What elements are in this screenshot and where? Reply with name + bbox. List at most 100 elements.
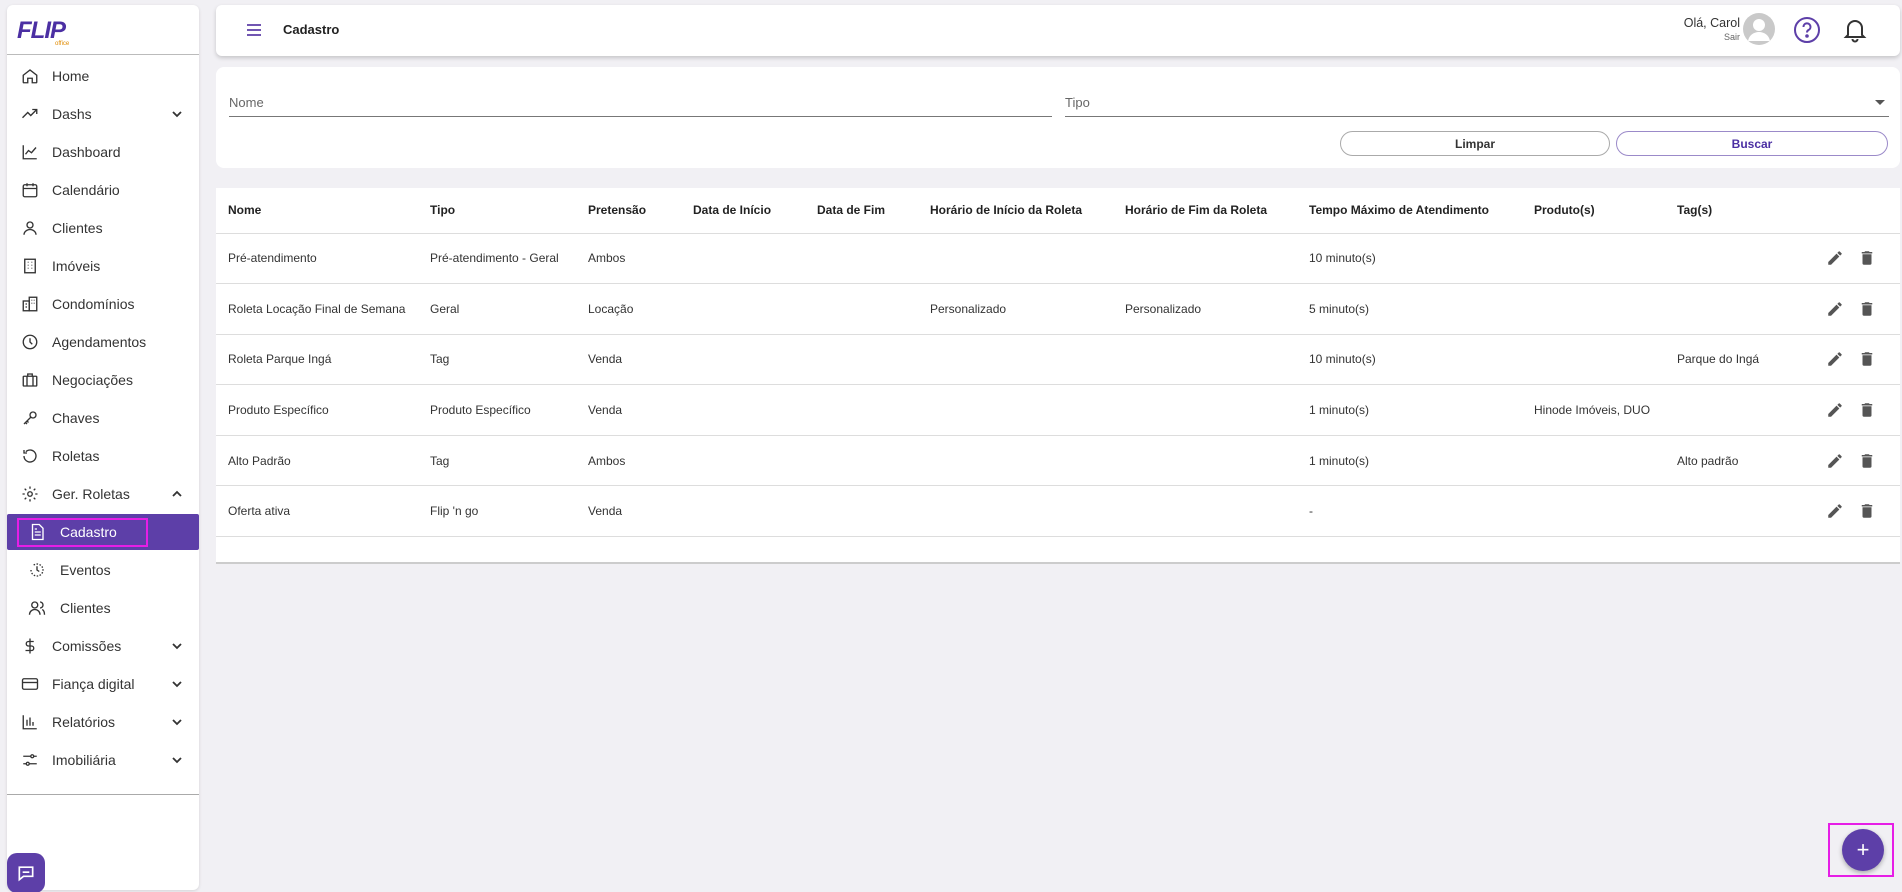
sidebar-subitem-cadastro[interactable]: Cadastro	[7, 514, 199, 550]
edit-icon[interactable]	[1826, 502, 1844, 520]
sidebar-item-negociacoes[interactable]: Negociações	[7, 361, 199, 399]
column-header[interactable]: Nome	[216, 188, 418, 234]
delete-icon[interactable]	[1858, 502, 1876, 520]
highlight-box	[17, 518, 148, 547]
column-header[interactable]: Pretensão	[576, 188, 681, 234]
column-header[interactable]: Tempo Máximo de Atendimento	[1297, 188, 1522, 234]
sidebar-item-imoveis[interactable]: Imóveis	[7, 247, 199, 285]
cell-horario-fim: Personalizado	[1113, 283, 1297, 335]
logo[interactable]: FLIP office	[7, 5, 199, 55]
cell-pretensao: Venda	[576, 334, 681, 386]
cell-horario-fim	[1113, 485, 1297, 538]
sidebar-item-fianca-digital[interactable]: Fiança digital	[7, 665, 199, 703]
buildings-icon	[22, 296, 38, 312]
sidebar-item-comissoes[interactable]: Comissões	[7, 627, 199, 665]
bell-icon[interactable]	[1841, 16, 1869, 44]
cell-pretensao: Locação	[576, 283, 681, 335]
column-header[interactable]: Produto(s)	[1522, 188, 1665, 234]
clear-button[interactable]: Limpar	[1340, 131, 1610, 156]
roletas-table: Nome Tipo Pretensão Data de Início Data …	[216, 188, 1900, 538]
chat-button[interactable]	[7, 853, 45, 892]
edit-icon[interactable]	[1826, 249, 1844, 267]
avatar[interactable]	[1743, 13, 1775, 45]
sidebar-item-relatorios[interactable]: Relatórios	[7, 703, 199, 741]
cell-tipo: Flip 'n go	[418, 485, 576, 538]
table-row[interactable]: Oferta ativa Flip 'n go Venda -	[216, 485, 1900, 538]
delete-icon[interactable]	[1858, 249, 1876, 267]
table-row[interactable]: Pré-atendimento Pré-atendimento - Geral …	[216, 233, 1900, 285]
cell-actions	[1785, 233, 1900, 285]
avatar-icon	[1748, 19, 1770, 41]
edit-icon[interactable]	[1826, 452, 1844, 470]
cell-pretensao: Ambos	[576, 435, 681, 487]
chevron-down-icon[interactable]	[171, 640, 183, 652]
edit-icon[interactable]	[1826, 350, 1844, 368]
user-icon	[23, 221, 37, 235]
sidebar-item-label: Relatórios	[52, 714, 116, 730]
add-button[interactable]: +	[1842, 829, 1884, 871]
sidebar-item-condominios[interactable]: Condomínios	[7, 285, 199, 323]
sidebar-item-label: Negociações	[52, 372, 133, 388]
dropdown-arrow-icon[interactable]	[1875, 100, 1885, 105]
delete-icon[interactable]	[1858, 350, 1876, 368]
logo-subtext: office	[55, 41, 70, 47]
sidebar-item-chaves[interactable]: Chaves	[7, 399, 199, 437]
cell-tempo-maximo: 10 minuto(s)	[1297, 334, 1522, 386]
edit-icon[interactable]	[1826, 300, 1844, 318]
sidebar-subitem-clientes[interactable]: Clientes	[7, 589, 199, 627]
sidebar-item-calendario[interactable]: Calendário	[7, 171, 199, 209]
column-header[interactable]: Horário de Fim da Roleta	[1113, 188, 1297, 234]
cell-data-fim	[805, 485, 918, 538]
cell-horario-inicio	[918, 485, 1113, 538]
logout-link[interactable]: Sair	[1684, 32, 1740, 42]
sidebar-item-roletas[interactable]: Roletas	[7, 437, 199, 475]
cell-tipo: Produto Específico	[418, 384, 576, 436]
type-select[interactable]	[1065, 89, 1889, 116]
sidebar-item-home[interactable]: Home	[7, 57, 199, 95]
table-row[interactable]: Produto Específico Produto Específico Ve…	[216, 384, 1900, 436]
delete-icon[interactable]	[1858, 300, 1876, 318]
table-row[interactable]: Alto Padrão Tag Ambos 1 minuto(s) Alto p…	[216, 435, 1900, 487]
sidebar: FLIP office Home Dashs Dashboard Calendá…	[7, 5, 199, 892]
sidebar-item-clientes[interactable]: Clientes	[7, 209, 199, 247]
search-button[interactable]: Buscar	[1616, 131, 1888, 156]
chevron-down-icon[interactable]	[171, 108, 183, 120]
users-icon	[28, 601, 46, 615]
cell-actions	[1785, 485, 1900, 538]
sidebar-item-ger-roletas[interactable]: Ger. Roletas	[7, 475, 199, 513]
sidebar-subitem-eventos[interactable]: Eventos	[7, 551, 199, 589]
hamburger-menu-icon[interactable]	[246, 23, 262, 37]
sidebar-item-label: Clientes	[60, 600, 111, 616]
sidebar-item-dashs[interactable]: Dashs	[7, 95, 199, 133]
line-chart-icon	[22, 145, 37, 160]
chevron-down-icon[interactable]	[171, 754, 183, 766]
chevron-down-icon[interactable]	[171, 678, 183, 690]
column-header[interactable]: Tipo	[418, 188, 576, 234]
edit-icon[interactable]	[1826, 401, 1844, 419]
chevron-up-icon[interactable]	[171, 488, 183, 500]
column-header	[1785, 188, 1900, 234]
greeting-text: Olá, Carol	[1683, 16, 1740, 30]
sidebar-item-imobiliaria[interactable]: Imobiliária	[7, 741, 199, 779]
cell-actions	[1785, 334, 1900, 386]
column-header[interactable]: Data de Fim	[805, 188, 918, 234]
cell-tags	[1665, 384, 1785, 436]
column-header[interactable]: Data de Início	[681, 188, 805, 234]
delete-icon[interactable]	[1858, 452, 1876, 470]
cell-tempo-maximo: 1 minuto(s)	[1297, 384, 1522, 436]
column-header[interactable]: Tag(s)	[1665, 188, 1785, 234]
cell-data-fim	[805, 384, 918, 436]
sidebar-item-agendamentos[interactable]: Agendamentos	[7, 323, 199, 361]
sidebar-item-dashboard[interactable]: Dashboard	[7, 133, 199, 171]
table-row[interactable]: Roleta Parque Ingá Tag Venda 10 minuto(s…	[216, 334, 1900, 386]
table-row[interactable]: Roleta Locação Final de Semana Geral Loc…	[216, 283, 1900, 335]
building-icon	[24, 258, 36, 274]
cell-data-inicio	[681, 233, 805, 285]
column-header[interactable]: Horário de Início da Roleta	[918, 188, 1113, 234]
help-icon[interactable]	[1793, 16, 1821, 44]
delete-icon[interactable]	[1858, 401, 1876, 419]
roletas-table-card: Nome Tipo Pretensão Data de Início Data …	[216, 188, 1900, 564]
chevron-down-icon[interactable]	[171, 716, 183, 728]
name-input[interactable]	[229, 89, 1052, 116]
cell-data-fim	[805, 233, 918, 285]
